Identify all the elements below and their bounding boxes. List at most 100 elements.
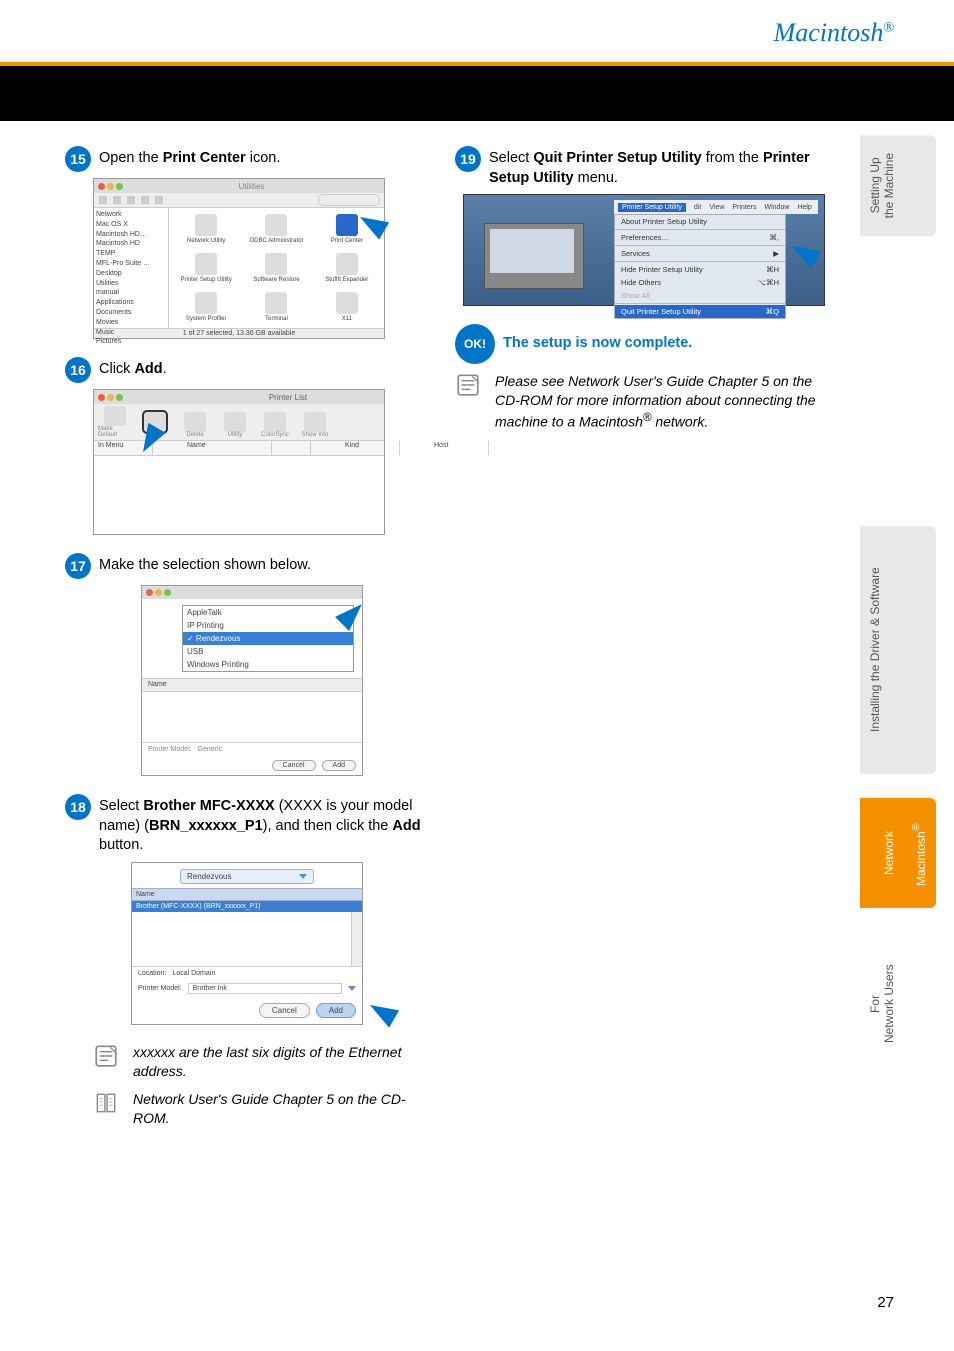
pm-select[interactable]: Brother Ink bbox=[188, 983, 342, 994]
sidebar-item[interactable]: Music bbox=[96, 328, 166, 338]
utility-icon[interactable]: ODBC Administrator bbox=[241, 210, 311, 249]
dropdown-option[interactable]: AppleTalk bbox=[183, 606, 353, 619]
note-text: Please see Network User's Guide Chapter … bbox=[495, 372, 825, 431]
menu-item[interactable]: Preferences…⌘, bbox=[615, 231, 785, 244]
book-icon bbox=[93, 1090, 125, 1119]
connection-dropdown[interactable]: AppleTalkIP Printing✓ RendezvousUSBWindo… bbox=[182, 605, 354, 672]
utility-icon[interactable]: System Profiler bbox=[171, 287, 241, 326]
toolbar-button[interactable]: ColorSync bbox=[258, 412, 292, 438]
step-16: 16 Click Add. bbox=[65, 357, 425, 383]
note-guide: Network User's Guide Chapter 5 on the CD… bbox=[93, 1090, 425, 1128]
utility-icon[interactable]: StuffIt Expander bbox=[312, 249, 382, 288]
menubar[interactable]: Printer Setup Utility dit View Printers Wind… bbox=[614, 200, 818, 214]
sidebar-item[interactable]: MFL-Pro Suite … bbox=[96, 259, 166, 269]
col-name: Name bbox=[148, 681, 167, 688]
t: BRN_xxxxxx_P1 bbox=[149, 818, 263, 834]
menu-item[interactable]: Hide Others⌥⌘H bbox=[615, 276, 785, 289]
sidebar-item[interactable]: Network bbox=[96, 210, 166, 220]
ok-badge: OK! bbox=[455, 324, 495, 364]
utility-icon[interactable]: Software Restore bbox=[241, 249, 311, 288]
sidebar-favorites[interactable]: NetworkMac OS XMacintosh HD…Macintosh HD… bbox=[94, 208, 169, 328]
menubar-item[interactable]: Printer Setup Utility bbox=[618, 203, 686, 212]
step-18: 18 Select Brother MFC-XXXX (XXXX is your… bbox=[65, 794, 425, 856]
location-value: Local Domain bbox=[172, 970, 215, 977]
note-text: xxxxxx are the last six digits of the Et… bbox=[133, 1043, 425, 1081]
utility-icon[interactable]: Printer Setup Utility bbox=[171, 249, 241, 288]
menubar-item[interactable]: Help bbox=[797, 204, 811, 211]
sidebar-item[interactable]: Movies bbox=[96, 318, 166, 328]
dropdown-option[interactable]: Windows Printing bbox=[183, 658, 353, 671]
note-ethernet: xxxxxx are the last six digits of the Et… bbox=[93, 1043, 425, 1081]
t: Click bbox=[99, 361, 134, 377]
toolbar-button[interactable]: Utility bbox=[218, 412, 252, 438]
step-text: Click Add. bbox=[99, 357, 167, 380]
sidebar-item[interactable]: Macintosh HD bbox=[96, 239, 166, 249]
left-column: 15 Open the Print Center icon. Utilities bbox=[65, 146, 425, 1138]
menu-item[interactable]: Services▶ bbox=[615, 247, 785, 260]
add-button[interactable]: Add bbox=[322, 760, 356, 771]
toolbar-button[interactable]: Delete bbox=[178, 412, 212, 438]
sidebar-item[interactable]: TEMP bbox=[96, 249, 166, 259]
utilities-grid[interactable]: Network UtilityODBC AdministratorPrint C… bbox=[169, 208, 384, 328]
app-menu[interactable]: About Printer Setup UtilityPreferences…⌘… bbox=[614, 214, 786, 319]
printer-row[interactable]: Brother (MFC-XXXX) (BRN_xxxxxx_P1) bbox=[132, 901, 362, 912]
t: Select bbox=[489, 150, 533, 166]
sidebar-item[interactable]: Pictures bbox=[96, 337, 166, 347]
menu-item[interactable]: Hide Printer Setup Utility⌘H bbox=[615, 263, 785, 276]
add-button[interactable]: Add bbox=[316, 1003, 356, 1018]
sidebar-item[interactable]: Utilities bbox=[96, 279, 166, 289]
sidebar-item[interactable]: Documents bbox=[96, 308, 166, 318]
t: Macintosh bbox=[914, 832, 928, 887]
page-number: 27 bbox=[877, 1294, 894, 1311]
t: icon. bbox=[246, 150, 281, 166]
toolbar-button[interactable]: Make Default bbox=[98, 406, 132, 438]
t: button. bbox=[99, 837, 143, 853]
dropdown-option[interactable]: IP Printing bbox=[183, 619, 353, 632]
menubar-item[interactable]: Printers bbox=[732, 204, 756, 211]
step-badge: 17 bbox=[65, 553, 91, 579]
toolbar[interactable]: Make DefaultAddDeleteUtilityColorSyncSho… bbox=[94, 404, 384, 441]
black-banner bbox=[0, 66, 954, 121]
connection-select[interactable]: Rendezvous bbox=[180, 869, 314, 884]
t: menu. bbox=[574, 170, 618, 186]
sidebar-item[interactable]: Mac OS X bbox=[96, 220, 166, 230]
utility-icon[interactable]: Terminal bbox=[241, 287, 311, 326]
t: from the bbox=[702, 150, 763, 166]
step-17: 17 Make the selection shown below. bbox=[65, 553, 425, 579]
t: network. bbox=[651, 414, 708, 430]
window-title: Printer List bbox=[269, 393, 307, 402]
search-field[interactable] bbox=[318, 194, 380, 206]
t: Add bbox=[134, 361, 162, 377]
tab-setting-up[interactable]: Setting Up the Machine bbox=[860, 135, 936, 236]
utility-icon[interactable]: Network Utility bbox=[171, 210, 241, 249]
note-network-guide: Please see Network User's Guide Chapter … bbox=[455, 372, 825, 431]
tab-network-users[interactable]: For Network Users bbox=[860, 936, 936, 1072]
ok-text: The setup is now complete. bbox=[503, 324, 692, 354]
utility-icon[interactable]: X11 bbox=[312, 287, 382, 326]
sidebar-item[interactable]: manual bbox=[96, 288, 166, 298]
toolbar-button[interactable]: Show Info bbox=[298, 412, 332, 438]
menubar-item[interactable]: View bbox=[709, 204, 724, 211]
t: . bbox=[163, 361, 167, 377]
sidebar-item[interactable]: Applications bbox=[96, 298, 166, 308]
cancel-button[interactable]: Cancel bbox=[272, 760, 316, 771]
cancel-button[interactable]: Cancel bbox=[259, 1003, 310, 1018]
dropdown-option[interactable]: ✓ Rendezvous bbox=[183, 632, 353, 645]
right-column: 19 Select Quit Printer Setup Utility fro… bbox=[455, 146, 825, 1138]
tab-installing[interactable]: Installing the Driver & Software bbox=[860, 526, 936, 774]
sidebar-item[interactable]: Macintosh HD… bbox=[96, 230, 166, 240]
step-badge: 18 bbox=[65, 794, 91, 820]
fig-add-printer: Rendezvous Name Brother (MFC-XXXX) (BRN_… bbox=[131, 862, 363, 1025]
sidebar-item[interactable]: Desktop bbox=[96, 269, 166, 279]
pm-label: Printer Model: bbox=[138, 985, 182, 992]
step-text: Open the Print Center icon. bbox=[99, 146, 280, 169]
menu-item[interactable]: Quit Printer Setup Utility⌘Q bbox=[615, 305, 785, 318]
tab-mac-network[interactable]: Network Macintosh® bbox=[860, 798, 936, 908]
menubar-item[interactable]: dit bbox=[694, 204, 701, 211]
step-badge: 16 bbox=[65, 357, 91, 383]
note-icon bbox=[93, 1043, 125, 1072]
step-text: Select Brother MFC-XXXX (XXXX is your mo… bbox=[99, 794, 425, 856]
dropdown-option[interactable]: USB bbox=[183, 645, 353, 658]
fig-utilities-window: Utilities NetworkMac OS XMacintosh HD…Ma… bbox=[93, 178, 385, 339]
menubar-item[interactable]: Window bbox=[765, 204, 790, 211]
